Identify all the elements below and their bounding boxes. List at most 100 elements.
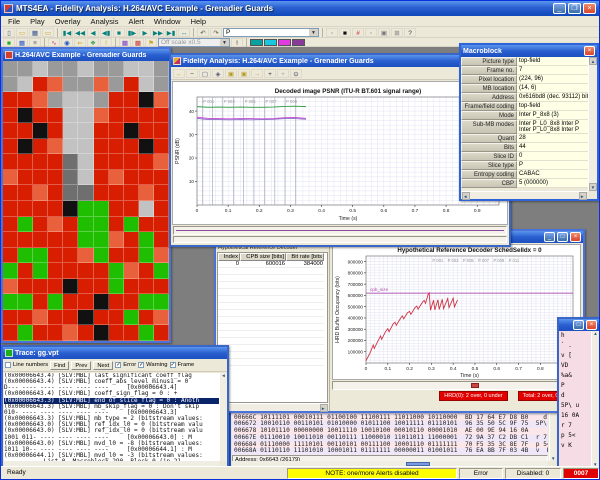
macroblock-cell[interactable] [63,139,78,155]
checkbox-error[interactable]: ✓ [115,362,121,368]
flag-button[interactable]: ⚑ [145,38,157,47]
macroblock-cell[interactable] [124,61,139,77]
hrd-chart[interactable]: 00.10.20.30.40.50.60.70.80.9100000200000… [333,245,580,379]
macroblock-overlay-grid[interactable] [3,61,169,341]
psnr-chart[interactable]: 00.10.20.30.40.50.60.70.80.910203040Time… [173,82,507,222]
macroblock-cell[interactable] [124,108,139,124]
macroblock-cell[interactable] [124,92,139,108]
macroblock-cell[interactable] [78,232,93,248]
fidelity-range-slider[interactable] [173,226,507,235]
macroblock-panel-titlebar[interactable]: Macroblock × [461,45,597,57]
macroblock-cell[interactable] [48,248,63,264]
macroblock-cell[interactable] [94,248,109,264]
main-titlebar[interactable]: MTS4EA - Fidelity Analysis: H.264/AVC Ex… [1,1,599,16]
next-button[interactable]: Next [93,361,113,370]
macroblock-cell[interactable] [33,263,48,279]
strip-close-button[interactable]: × [586,320,597,330]
macroblock-cell[interactable] [109,294,124,310]
macroblock-cell[interactable] [18,123,33,139]
macroblock-cell[interactable] [33,232,48,248]
hrd-table-scrollbar[interactable]: ◄► [216,403,329,411]
macroblock-cell[interactable] [33,108,48,124]
macroblock-cell[interactable] [78,294,93,310]
macroblock-cell[interactable] [139,263,154,279]
macroblock-cell[interactable] [109,154,124,170]
macroblock-cell[interactable] [109,92,124,108]
macroblock-cell[interactable] [18,294,33,310]
macroblock-cell[interactable] [3,279,18,295]
macroblock-cell[interactable] [18,170,33,186]
macroblock-cell[interactable] [154,232,169,248]
pan-button[interactable]: + [277,69,289,78]
macroblock-cell[interactable] [154,248,169,264]
macroblock-cell[interactable] [78,325,93,341]
open-file-button[interactable]: ▭ [16,28,28,37]
macroblock-cell[interactable] [139,217,154,233]
menu-analysis[interactable]: Analysis [86,17,124,26]
hrd-column-header[interactable]: Index [218,253,240,261]
overlay-magenta-chip[interactable] [278,39,291,46]
macroblock-cell[interactable] [109,217,124,233]
macroblock-cell[interactable] [109,108,124,124]
macroblock-cell[interactable] [33,217,48,233]
macroblock-cell[interactable] [18,77,33,93]
macroblock-cell[interactable] [109,61,124,77]
macroblock-cell[interactable] [124,232,139,248]
macroblock-cell[interactable] [63,310,78,326]
play-backward-button[interactable]: ◀ [87,28,99,37]
hrd-minimize-button[interactable]: _ [544,232,555,242]
macroblock-cell[interactable] [3,77,18,93]
macroblock-cell[interactable] [139,294,154,310]
macroblock-cell[interactable] [18,92,33,108]
macroblock-cell[interactable] [63,170,78,186]
hex-rows[interactable]: 006666 10111000 00001010 00100010 001011… [232,408,548,455]
picture-type-combobox[interactable]: P▼ [223,28,319,37]
macroblock-cell[interactable] [154,77,169,93]
macroblock-cell[interactable] [48,201,63,217]
macroblock-cell[interactable] [109,232,124,248]
menu-alert[interactable]: Alert [123,17,148,26]
macroblock-cell[interactable] [3,263,18,279]
macroblock-vertical-scrollbar[interactable]: ▲▼ [588,57,597,191]
macroblock-cell[interactable] [154,217,169,233]
small-tool-button[interactable]: ▫ [365,28,377,37]
strip-ascii-column[interactable]: h` .v [VD%a&Pd5P\ u16 0Ar 7p 5<v K [559,331,591,467]
macroblock-cell[interactable] [109,77,124,93]
macroblock-cell[interactable] [63,248,78,264]
macroblock-cell[interactable] [18,154,33,170]
macroblock-cell[interactable] [109,279,124,295]
macroblock-cell[interactable] [63,294,78,310]
marker-button[interactable]: ◈ [212,69,224,78]
macroblock-cell[interactable] [124,248,139,264]
lock-button[interactable]: ▣ [225,69,237,78]
macroblock-cell[interactable] [48,108,63,124]
macroblock-cell[interactable] [33,123,48,139]
macroblock-cell[interactable] [3,325,18,341]
go-start-button[interactable]: ▮◀ [61,28,73,37]
hrd-restore-button[interactable]: □ [557,232,568,242]
macroblock-cell[interactable] [3,108,18,124]
macroblock-cell[interactable] [18,201,33,217]
macroblock-cell[interactable] [109,123,124,139]
strip-vertical-scrollbar[interactable]: ▲▼ [591,331,599,467]
redo-button[interactable]: ↷ [210,28,222,37]
tile-button[interactable]: ⊞ [391,28,403,37]
macroblock-cell[interactable] [154,123,169,139]
macroblock-cell[interactable] [94,77,109,93]
macroblock-cell[interactable] [63,325,78,341]
macroblock-cell[interactable] [3,123,18,139]
macroblock-cell[interactable] [18,232,33,248]
trace-lines[interactable]: (0x00006643.4) [SLV:MBL] last_significan… [4,373,219,461]
open-workspace-button[interactable]: ▭ [42,28,54,37]
macroblock-cell[interactable] [33,92,48,108]
macroblock-cell[interactable] [124,139,139,155]
macroblock-cell[interactable] [124,154,139,170]
macroblock-cell[interactable] [3,201,18,217]
macroblock-cell[interactable] [109,263,124,279]
macroblock-cell[interactable] [154,185,169,201]
minimize-button[interactable]: _ [553,3,566,14]
macroblock-cell[interactable] [94,263,109,279]
macroblock-cell[interactable] [78,108,93,124]
macroblock-cell[interactable] [48,263,63,279]
macroblock-cell[interactable] [33,325,48,341]
